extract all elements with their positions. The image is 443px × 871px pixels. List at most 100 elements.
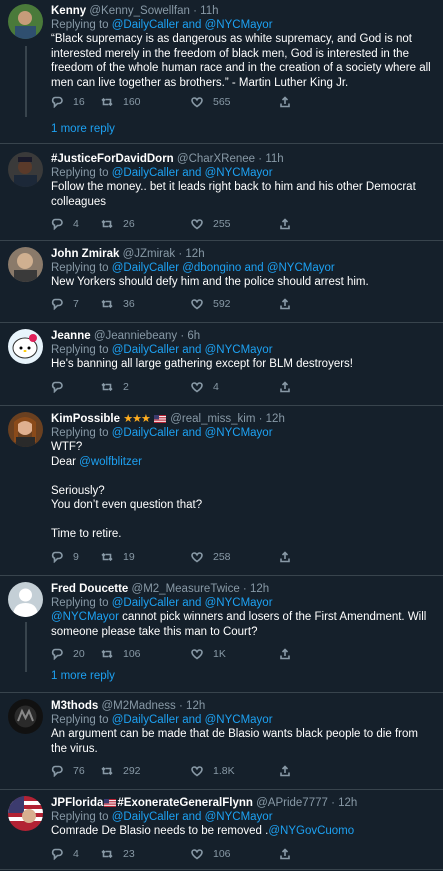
like-button[interactable]: 1K [191, 648, 279, 660]
display-name[interactable]: John Zmirak [51, 248, 119, 260]
reply-button[interactable]: 7 [51, 298, 101, 310]
tweet[interactable]: #JusticeForDavidDorn @CharXRenee · 11h R… [0, 144, 443, 241]
retweet-button[interactable]: 160 [101, 96, 191, 108]
heart-icon [191, 382, 203, 393]
like-button[interactable]: 592 [191, 298, 279, 310]
reply-button[interactable]: 4 [51, 218, 101, 230]
mention-link[interactable]: @wolfblitzer [79, 456, 142, 468]
avatar[interactable] [8, 412, 43, 447]
avatar[interactable] [8, 247, 43, 282]
mention-link[interactable]: @NYCMayor [205, 19, 273, 31]
avatar[interactable] [8, 329, 43, 364]
user-handle[interactable]: @Jeanniebeany [94, 330, 177, 342]
avatar[interactable] [8, 4, 43, 39]
mention-link[interactable]: @NYCMayor [205, 714, 273, 726]
share-icon [280, 765, 290, 777]
mention-link[interactable]: @DailyCaller [112, 167, 179, 179]
display-name[interactable]: KimPossible [51, 413, 120, 425]
like-button[interactable]: 255 [191, 218, 279, 230]
reply-count: 76 [73, 765, 85, 777]
tweet[interactable]: JPFlorida #ExonerateGeneralFlynn @APride7… [0, 790, 443, 870]
user-handle[interactable]: @M2Madness [101, 700, 175, 712]
mention-link[interactable]: @DailyCaller [112, 597, 179, 609]
mention-link[interactable]: @DailyCaller [112, 344, 179, 356]
reply-button[interactable]: 20 [51, 648, 101, 660]
like-button[interactable]: 1.8K [191, 765, 279, 777]
reply-button[interactable]: 9 [51, 551, 101, 563]
share-button[interactable] [279, 551, 299, 563]
timestamp[interactable]: 11h [200, 5, 218, 17]
user-handle[interactable]: @Kenny_Sowellfan [89, 5, 190, 17]
retweet-button[interactable]: 2 [101, 381, 191, 393]
timestamp[interactable]: 12h [185, 248, 204, 260]
mention-link[interactable]: @NYCMayor [267, 262, 335, 274]
timestamp[interactable]: 12h [266, 413, 285, 425]
retweet-button[interactable]: 23 [101, 848, 191, 860]
avatar[interactable] [8, 796, 43, 831]
retweet-button[interactable]: 292 [101, 765, 191, 777]
mention-link[interactable]: @NYCMayor [205, 811, 273, 823]
share-button[interactable] [279, 218, 299, 230]
retweet-button[interactable]: 36 [101, 298, 191, 310]
avatar[interactable] [8, 152, 43, 187]
like-button[interactable]: 4 [191, 381, 279, 393]
share-button[interactable] [279, 848, 299, 860]
mention-link[interactable]: @DailyCaller [112, 714, 179, 726]
tweet[interactable]: KimPossible ★★★ @real_miss_kim · 12h Rep… [0, 406, 443, 576]
reply-button[interactable] [51, 381, 101, 393]
reply-button[interactable]: 76 [51, 765, 101, 777]
display-name[interactable]: #JusticeForDavidDorn [51, 153, 174, 165]
text-line [51, 469, 433, 484]
mention-link[interactable]: @dbongino [182, 262, 241, 274]
mention-link[interactable]: @NYCMayor [51, 611, 119, 623]
display-name[interactable]: M3thods [51, 700, 98, 712]
mention-link[interactable]: @DailyCaller [112, 262, 179, 274]
mention-link[interactable]: @NYCMayor [205, 427, 273, 439]
mention-link[interactable]: @NYCMayor [205, 597, 273, 609]
user-handle[interactable]: @CharXRenee [177, 153, 255, 165]
us-flag-icon [104, 798, 117, 807]
display-name[interactable]: #ExonerateGeneralFlynn [117, 797, 253, 809]
reply-button[interactable]: 16 [51, 96, 101, 108]
display-name-prefix[interactable]: JPFlorida [51, 797, 103, 809]
reply-button[interactable]: 4 [51, 848, 101, 860]
like-button[interactable]: 565 [191, 96, 279, 108]
share-button[interactable] [279, 765, 299, 777]
timestamp[interactable]: 12h [250, 583, 269, 595]
tweet[interactable]: Jeanne @Jeanniebeany · 6h Replying to @D… [0, 323, 443, 406]
tweet[interactable]: Kenny @Kenny_Sowellfan · 11h Replying to… [0, 0, 443, 117]
user-handle[interactable]: @M2_MeasureTwice [132, 583, 240, 595]
avatar[interactable] [8, 582, 43, 617]
display-name[interactable]: Jeanne [51, 330, 91, 342]
user-handle[interactable]: @JZmirak [123, 248, 176, 260]
timestamp[interactable]: 12h [338, 797, 357, 809]
tweet[interactable]: John Zmirak @JZmirak · 12h Replying to @… [0, 241, 443, 323]
like-button[interactable]: 258 [191, 551, 279, 563]
timestamp[interactable]: 6h [187, 330, 200, 342]
mention-link[interactable]: @NYCMayor [205, 344, 273, 356]
user-handle[interactable]: @real_miss_kim [170, 413, 255, 425]
display-name[interactable]: Fred Doucette [51, 583, 128, 595]
mention-link[interactable]: @NYCMayor [205, 167, 273, 179]
retweet-button[interactable]: 26 [101, 218, 191, 230]
show-more-replies-link[interactable]: 1 more reply [51, 670, 115, 682]
retweet-button[interactable]: 19 [101, 551, 191, 563]
mention-link[interactable]: @DailyCaller [112, 19, 179, 31]
tweet[interactable]: M3thods @M2Madness · 12h Replying to @Da… [0, 693, 443, 790]
share-button[interactable] [279, 648, 299, 660]
display-name[interactable]: Kenny [51, 5, 86, 17]
tweet[interactable]: Fred Doucette @M2_MeasureTwice · 12h Rep… [0, 576, 443, 672]
mention-link[interactable]: @DailyCaller [112, 811, 179, 823]
mention-link[interactable]: @DailyCaller [112, 427, 179, 439]
avatar[interactable] [8, 699, 43, 734]
timestamp[interactable]: 11h [265, 153, 283, 165]
share-button[interactable] [279, 298, 299, 310]
mention-link[interactable]: @NYGovCuomo [268, 825, 354, 837]
like-button[interactable]: 106 [191, 848, 279, 860]
retweet-button[interactable]: 106 [101, 648, 191, 660]
show-more-replies-link[interactable]: 1 more reply [51, 123, 115, 135]
share-button[interactable] [279, 96, 299, 108]
user-handle[interactable]: @APride7777 [256, 797, 328, 809]
timestamp[interactable]: 12h [186, 700, 205, 712]
share-button[interactable] [279, 381, 299, 393]
